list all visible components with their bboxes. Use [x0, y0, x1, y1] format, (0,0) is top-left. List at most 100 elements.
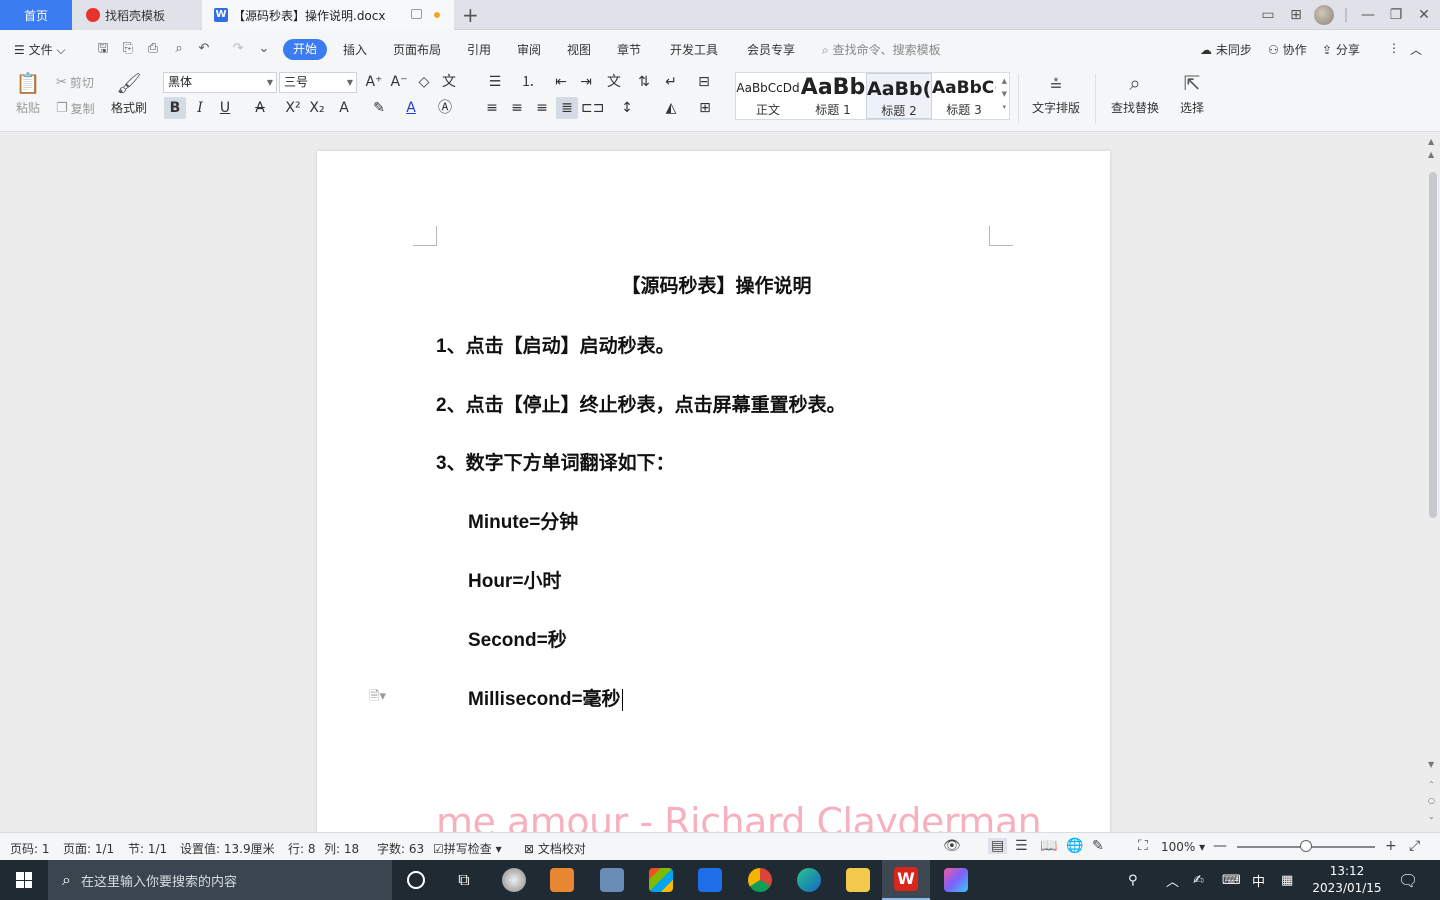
copy-button[interactable]: ❐ 复制 [56, 100, 95, 117]
cut-button[interactable]: ✂ 剪切 [56, 74, 94, 91]
styles-scroll[interactable]: ▲ ▼ ▾ [1002, 75, 1007, 114]
bold-icon[interactable]: B [164, 97, 186, 119]
start-button[interactable] [0, 860, 48, 900]
chrome-icon[interactable] [736, 860, 784, 900]
tab-window-icon[interactable] [411, 9, 422, 19]
customize-toolbar-icon[interactable]: ⌄ [256, 41, 272, 57]
numbering-icon[interactable]: ⒈ [517, 71, 539, 93]
web-view-icon[interactable]: 🌐 [1066, 838, 1083, 854]
read-mode-icon[interactable]: 📖 [1040, 838, 1057, 854]
char-border-icon[interactable]: Ⓐ [434, 97, 456, 119]
save-icon[interactable]: 🖫 [95, 41, 111, 57]
prev-page-icon[interactable]: ⌃ [1428, 780, 1435, 789]
style-normal[interactable]: AaBbCcDd 正文 [736, 73, 800, 119]
ime-mode-icon[interactable]: ▦ [1281, 860, 1293, 900]
text-layout-button[interactable]: ⩮ 文字排版 [1026, 70, 1086, 116]
taskbar-clock[interactable]: 13:12 2023/01/15 [1305, 863, 1389, 897]
app-feishu-icon[interactable] [686, 860, 734, 900]
fit-page-icon[interactable]: ⛶ [1138, 838, 1148, 854]
tab-home[interactable]: 首页 [0, 0, 72, 30]
grow-font-icon[interactable]: A⁺ [363, 71, 385, 93]
share-button[interactable]: ⇪ 分享 [1322, 41, 1360, 58]
menu-tab-review[interactable]: 审阅 [517, 41, 541, 58]
cortana-icon[interactable] [392, 860, 440, 900]
zoom-out-icon[interactable]: — [1213, 838, 1227, 854]
table-border-icon[interactable]: ⊟ [693, 71, 715, 93]
status-pages[interactable]: 页面: 1/1 [63, 840, 114, 857]
document-page[interactable]: 【源码秒表】操作说明 1、点击【启动】启动秒表。 2、点击【停止】终止秒表，点击… [317, 151, 1110, 851]
tab-document[interactable]: W 【源码秒表】操作说明.docx [202, 0, 454, 30]
ime-indicator[interactable]: 中 [1252, 860, 1265, 900]
distribute-icon[interactable]: ⊏⊐ [581, 97, 604, 119]
status-word-count[interactable]: 字数: 63 [377, 840, 424, 857]
zoom-in-icon[interactable]: + [1385, 838, 1397, 854]
restore-icon[interactable]: ❐ [1382, 0, 1410, 30]
shading-icon[interactable]: ◭ [660, 97, 682, 119]
user-avatar-button[interactable] [1310, 0, 1338, 30]
doc-check-button[interactable]: ⊠ 文档校对 [524, 840, 586, 857]
export-pdf-icon[interactable]: ⎘ [120, 41, 136, 57]
show-marks-icon[interactable]: ↵ [660, 71, 682, 93]
phonetic-icon[interactable]: 文 [438, 71, 460, 93]
font-size-select[interactable]: 三号 ▼ [279, 72, 357, 93]
file-menu[interactable]: ☰ 文件 ⌵ [14, 41, 66, 58]
scroll-up-icon[interactable]: ▲ [1428, 150, 1434, 159]
sync-button[interactable]: ☁ 未同步 [1200, 41, 1252, 58]
paragraph-handle-icon[interactable]: 🗎▾ [369, 687, 386, 709]
vertical-scrollbar[interactable]: ▲ ▲ ▼ ⌃ ○ ⌄ [1426, 132, 1440, 832]
people-icon[interactable]: ⚲ [1128, 860, 1138, 900]
collaborate-button[interactable]: ⚇ 协作 [1268, 41, 1307, 58]
apps-grid-icon[interactable]: ⊞ [1282, 0, 1310, 30]
scroll-up-icon[interactable]: ▲ [1428, 137, 1434, 146]
print-icon[interactable]: ⎙ [145, 41, 161, 57]
chinese-layout-icon[interactable]: 文 [603, 71, 625, 93]
decrease-indent-icon[interactable]: ⇤ [550, 71, 572, 93]
superscript-icon[interactable]: X² [282, 97, 304, 119]
redo-icon[interactable]: ↷ [230, 41, 246, 57]
task-view-icon[interactable]: ⧉ [440, 860, 488, 900]
strikethrough-icon[interactable]: A [249, 97, 271, 119]
new-tab-button[interactable]: + [462, 4, 479, 26]
menu-tab-insert[interactable]: 插入 [343, 41, 367, 58]
select-button[interactable]: ⇱ 选择 [1172, 70, 1212, 116]
menu-tab-references[interactable]: 引用 [467, 41, 491, 58]
style-heading-3[interactable]: AaBbC( 标题 3 [932, 73, 996, 119]
style-heading-1[interactable]: AaBb 标题 1 [800, 73, 866, 119]
tray-expand-icon[interactable]: ︿ [1166, 860, 1179, 900]
page-view-icon[interactable]: ▤ [988, 838, 1008, 854]
status-col[interactable]: 列: 18 [324, 840, 359, 857]
italic-icon[interactable]: I [189, 97, 211, 119]
menu-tab-developer[interactable]: 开发工具 [670, 41, 718, 58]
collapse-ribbon-icon[interactable]: ︿ [1410, 41, 1422, 58]
menu-tab-member[interactable]: 会员专享 [747, 41, 795, 58]
scroll-down-icon[interactable]: ▼ [1428, 760, 1434, 769]
format-painter-button[interactable]: 🖌 格式刷 [108, 70, 150, 116]
wps-office-icon[interactable]: W [882, 860, 930, 900]
taskbar-search[interactable]: ⌕ 在这里输入你要搜索的内容 [48, 860, 392, 900]
close-icon[interactable]: ✕ [1410, 0, 1438, 30]
menu-tab-chapter[interactable]: 章节 [617, 41, 641, 58]
next-page-icon[interactable]: ⌄ [1428, 812, 1435, 821]
tab-template[interactable]: 找稻壳模板 [74, 0, 200, 30]
scrollbar-thumb[interactable] [1429, 172, 1437, 518]
layout-icon[interactable]: ▭ [1254, 0, 1282, 30]
document-canvas[interactable]: 【源码秒表】操作说明 1、点击【启动】启动秒表。 2、点击【停止】终止秒表，点击… [0, 132, 1440, 851]
increase-indent-icon[interactable]: ⇥ [575, 71, 597, 93]
align-left-icon[interactable]: ≡ [481, 97, 503, 119]
subscript-icon[interactable]: X₂ [306, 97, 328, 119]
write-mode-icon[interactable]: ✎ [1092, 838, 1104, 854]
status-section[interactable]: 节: 1/1 [128, 840, 167, 857]
zoom-slider-knob[interactable] [1300, 840, 1312, 852]
minimize-icon[interactable]: — [1354, 0, 1382, 30]
align-center-icon[interactable]: ≡ [506, 97, 528, 119]
app-disc-icon[interactable] [490, 860, 538, 900]
zoom-level[interactable]: 100% ▾ [1161, 840, 1205, 854]
bullets-icon[interactable]: ☰ [484, 71, 506, 93]
find-replace-button[interactable]: ⌕ 查找替换 [1105, 70, 1165, 116]
style-heading-2[interactable]: AaBb( 标题 2 [866, 73, 932, 119]
font-name-select[interactable]: 黑体 ▼ [163, 72, 277, 93]
spell-check-button[interactable]: ☑拼写检查 ▾ [433, 840, 502, 857]
menu-tab-page-layout[interactable]: 页面布局 [393, 41, 441, 58]
command-search[interactable]: ⌕ 查找命令、搜索模板 [822, 41, 941, 58]
menu-tab-home[interactable]: 开始 [283, 39, 327, 60]
